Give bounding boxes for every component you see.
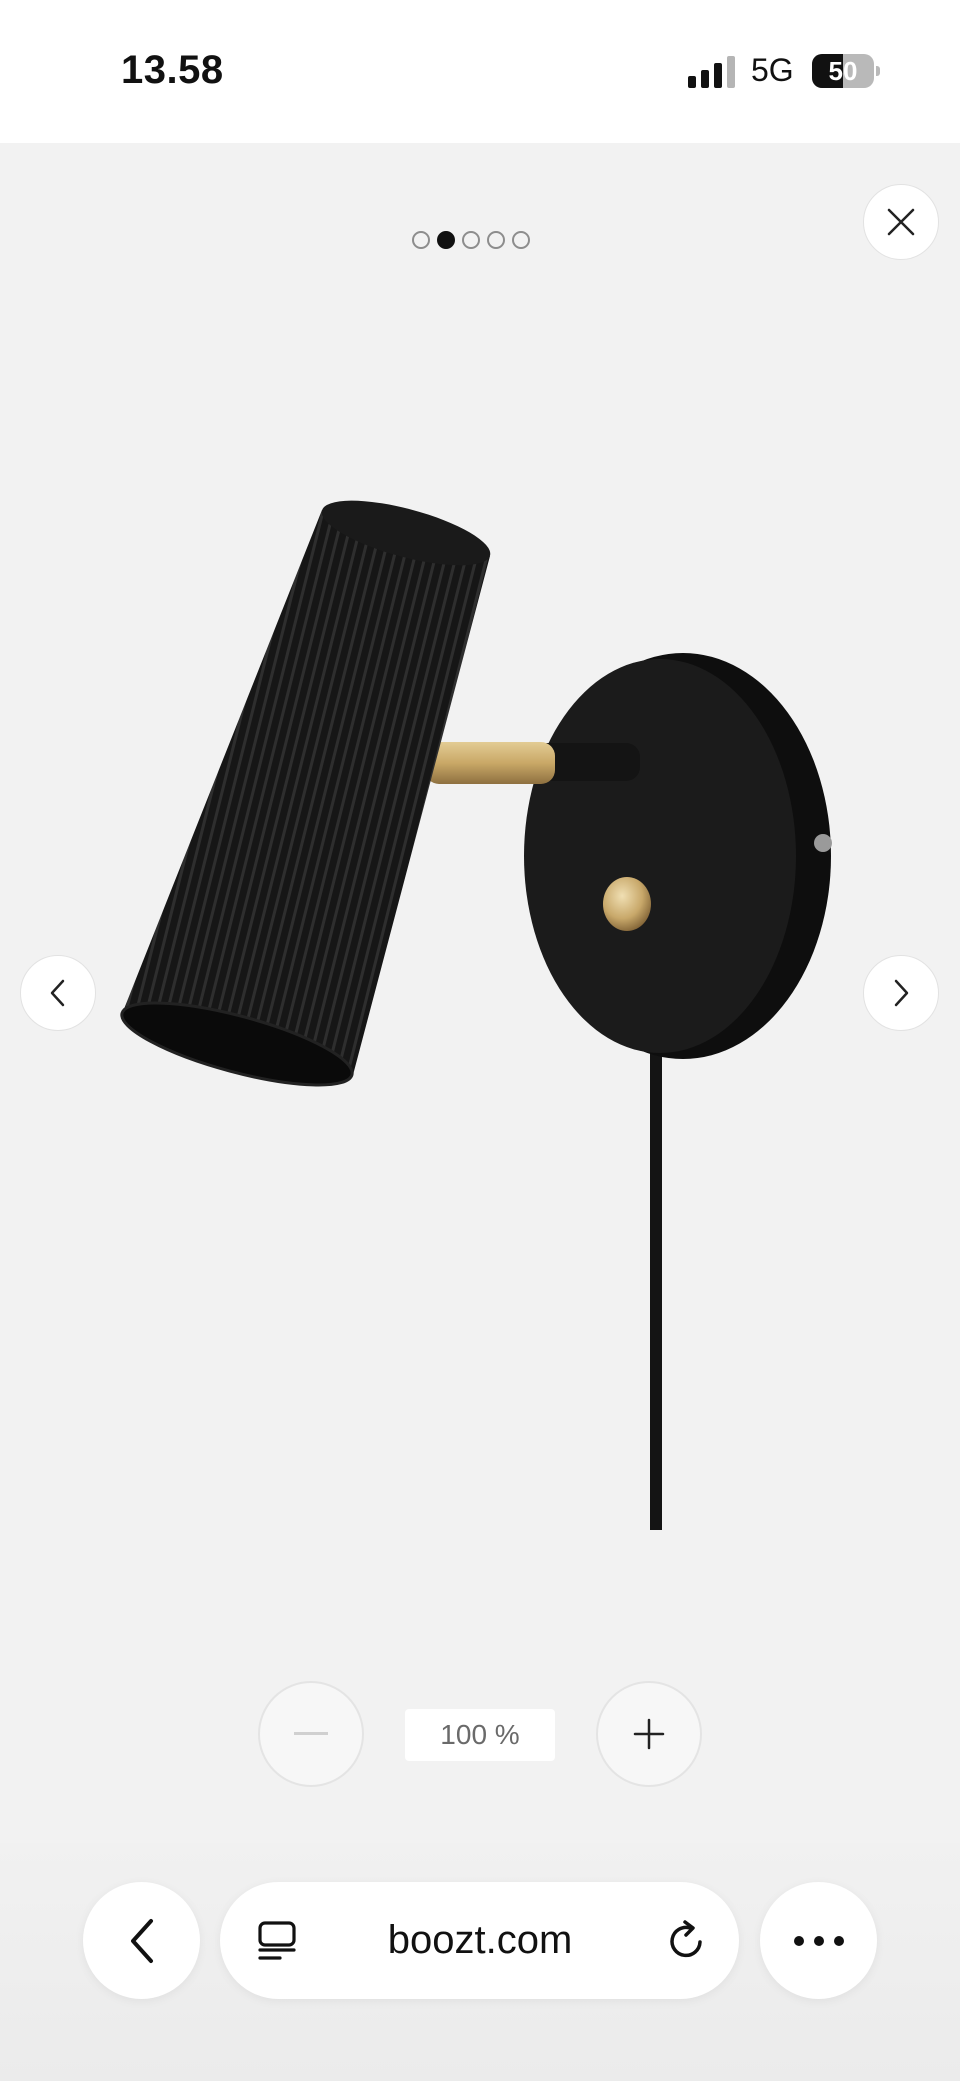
reload-icon[interactable] <box>663 1918 709 1964</box>
more-icon <box>793 1935 844 1946</box>
zoom-level: 100 % <box>405 1709 555 1761</box>
product-image[interactable] <box>100 490 860 1550</box>
pagination-dot-active[interactable] <box>437 231 455 249</box>
minus-icon <box>294 1732 328 1735</box>
zoom-in-button[interactable] <box>596 1681 702 1787</box>
power-cord <box>650 1050 662 1530</box>
chevron-right-icon <box>894 979 909 1007</box>
plus-icon <box>633 1718 665 1750</box>
lamp-arm <box>425 742 640 784</box>
signal-icon <box>688 56 735 88</box>
next-image-button[interactable] <box>863 955 939 1031</box>
status-bar: 13.58 5G 50 <box>0 0 960 143</box>
battery-level: 50 <box>828 56 858 86</box>
browser-back-button[interactable] <box>83 1882 200 1999</box>
pagination-dot[interactable] <box>512 231 530 249</box>
wall-plate <box>524 653 832 1059</box>
pagination-dot[interactable] <box>462 231 480 249</box>
close-button[interactable] <box>863 184 939 260</box>
previous-image-button[interactable] <box>20 955 96 1031</box>
zoom-out-button[interactable] <box>258 1681 364 1787</box>
tab-overview-icon[interactable] <box>256 1920 298 1962</box>
pagination-dot[interactable] <box>487 231 505 249</box>
chevron-left-icon <box>50 979 65 1007</box>
more-options-button[interactable] <box>760 1882 877 1999</box>
close-icon <box>887 208 915 236</box>
lamp-shade <box>120 500 491 1087</box>
network-label: 5G <box>751 52 794 88</box>
pagination-dot[interactable] <box>412 231 430 249</box>
status-time: 13.58 <box>121 48 224 92</box>
battery-icon: 50 <box>812 54 880 88</box>
back-chevron-icon <box>130 1918 153 1963</box>
pagination-dots <box>412 231 530 253</box>
address-bar[interactable]: boozt.com <box>220 1882 739 1999</box>
url-text[interactable]: boozt.com <box>320 1882 640 1999</box>
switch-knob <box>603 877 651 931</box>
